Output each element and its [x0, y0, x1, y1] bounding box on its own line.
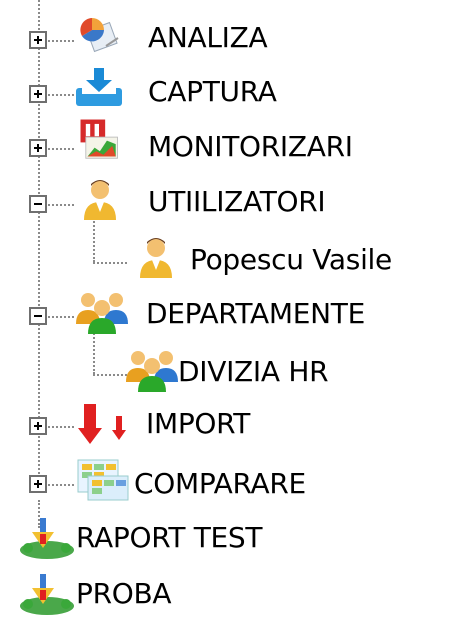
compare-icon: [76, 458, 130, 502]
tree-node-label[interactable]: Popescu Vasile: [190, 242, 392, 278]
tree-node-label[interactable]: COMPARARE: [134, 466, 306, 502]
expand-toggle[interactable]: [29, 85, 47, 103]
expand-toggle[interactable]: [29, 475, 47, 493]
expand-toggle[interactable]: [29, 417, 47, 435]
tree-line: [48, 204, 74, 206]
tree-line: [38, 0, 40, 486]
tree-view: ANALIZA CAPTURA MONITORIZARI UTIILIZATOR…: [0, 0, 475, 636]
import-arrows-icon: [76, 402, 136, 446]
tree-node-label[interactable]: DIVIZIA HR: [178, 354, 329, 390]
collapse-toggle[interactable]: [29, 307, 47, 325]
tree-node-label[interactable]: ANALIZA: [148, 20, 268, 56]
tree-node-label[interactable]: IMPORT: [146, 406, 250, 442]
expand-toggle[interactable]: [29, 139, 47, 157]
group-icon: [74, 290, 130, 334]
download-tray-icon: [74, 66, 124, 110]
pie-chart-icon: [72, 12, 122, 56]
tree-node-label[interactable]: DEPARTAMENTE: [146, 296, 365, 332]
tree-node-label[interactable]: PROBA: [76, 576, 172, 612]
tree-line: [48, 94, 74, 96]
tree-line: [93, 374, 127, 376]
tree-node-label[interactable]: RAPORT TEST: [76, 520, 263, 556]
tree-line: [48, 426, 74, 428]
tree-line: [48, 148, 74, 150]
tree-node-label[interactable]: CAPTURA: [148, 74, 277, 110]
user-icon: [80, 178, 120, 222]
group-icon: [124, 348, 180, 392]
tree-line: [48, 40, 74, 42]
monitor-chart-icon: [74, 116, 124, 160]
expand-toggle[interactable]: [29, 31, 47, 49]
tree-line: [93, 330, 95, 374]
report-icon: [18, 516, 76, 560]
user-icon: [136, 236, 176, 280]
tree-line: [93, 262, 127, 264]
tree-node-label[interactable]: UTIILIZATORI: [148, 184, 326, 220]
tree-line: [48, 484, 74, 486]
tree-node-label[interactable]: MONITORIZARI: [148, 129, 353, 165]
tree-line: [93, 218, 95, 262]
tree-line: [48, 316, 74, 318]
collapse-toggle[interactable]: [29, 195, 47, 213]
report-icon: [18, 572, 76, 616]
